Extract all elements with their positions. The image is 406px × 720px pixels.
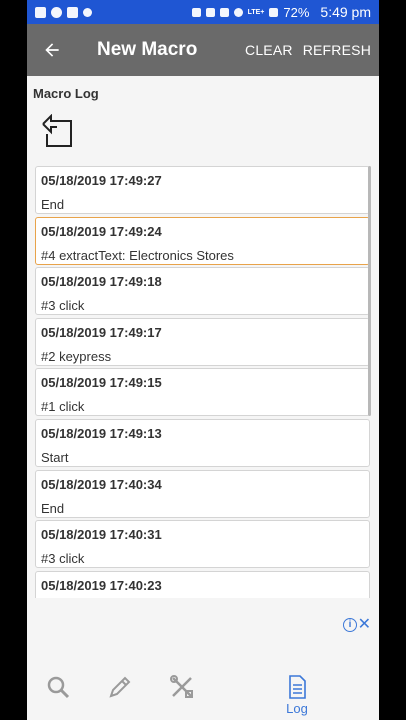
log-row[interactable]: 05/18/2019 17:40:31 #3 click	[35, 520, 370, 569]
arrow-left-icon	[45, 43, 59, 57]
macro-log-list[interactable]: 05/18/2019 17:49:27 End 05/18/2019 17:49:2…	[35, 166, 370, 598]
app-bar: New Macro CLEAR REFRESH	[27, 24, 379, 76]
nav-log[interactable]: Log	[281, 660, 313, 720]
log-row[interactable]: 05/18/2019 17:49:13 Start	[35, 418, 370, 467]
section-title: Macro Log	[33, 86, 99, 101]
log-message: End	[41, 500, 65, 516]
share-back-icon	[42, 113, 72, 147]
pencil-icon	[109, 676, 131, 698]
log-message: #4 extractText: Electronics Stores	[41, 247, 234, 263]
clock: 5:49 pm	[320, 4, 371, 20]
battery-percent: 72%	[283, 4, 310, 20]
log-timestamp: 05/18/2019 17:49:17	[41, 324, 162, 340]
log-message: #3 click	[41, 298, 85, 314]
mute-icon	[219, 7, 229, 17]
log-row[interactable]: 05/18/2019 17:49:18 #3 click	[35, 267, 370, 316]
log-timestamp: 05/18/2019 17:40:34	[41, 476, 162, 492]
photo-icon	[67, 6, 78, 18]
refresh-button[interactable]: REFRESH	[303, 42, 371, 58]
cast-icon	[205, 7, 215, 17]
log-row[interactable]: 05/18/2019 17:49:24 #4 extractText: Elect…	[35, 216, 370, 265]
tools-icon	[170, 675, 193, 698]
video-call-icon	[35, 6, 46, 18]
log-timestamp: 05/18/2019 17:49:18	[41, 274, 162, 290]
log-row[interactable]: 05/18/2019 17:40:34 End	[35, 469, 370, 518]
log-timestamp: 05/18/2019 17:40:31	[41, 527, 162, 543]
log-message: #1 click	[41, 399, 85, 415]
ad-info-icon[interactable]: i	[343, 618, 357, 632]
ad-banner	[27, 600, 379, 660]
back-button[interactable]	[27, 24, 77, 76]
nav-search[interactable]	[45, 660, 71, 720]
log-timestamp: 05/18/2019 17:40:23	[41, 577, 162, 593]
nav-edit[interactable]	[107, 660, 133, 720]
log-row[interactable]: 05/18/2019 17:49:17 #2 keypress	[35, 317, 370, 366]
page-title: New Macro	[97, 39, 198, 60]
screenshot-icon	[191, 7, 201, 17]
status-right: LTE+ 72% 5:49 pm	[191, 4, 371, 20]
phone-icon	[51, 6, 62, 18]
notification-dot-icon	[83, 7, 92, 17]
log-message: #3 click	[41, 551, 85, 567]
log-timestamp: 05/18/2019 17:49:15	[41, 375, 162, 391]
network-type: LTE+	[247, 8, 265, 16]
ad-close-icon[interactable]: ✕	[358, 614, 371, 634]
bottom-nav: Log	[27, 660, 379, 720]
nav-log-label: Log	[286, 701, 308, 716]
nav-tools[interactable]	[169, 660, 195, 720]
log-message: End	[41, 197, 65, 212]
clear-button[interactable]: CLEAR	[245, 42, 293, 58]
log-timestamp: 05/18/2019 17:49:24	[41, 223, 162, 239]
signal-icon	[269, 7, 279, 17]
log-timestamp: 05/18/2019 17:49:13	[41, 425, 162, 441]
log-message: #2 keypress	[41, 348, 112, 364]
phone-screen: LTE+ 72% 5:49 pm New Macro CLEAR REFRESH…	[27, 0, 379, 720]
status-bar: LTE+ 72% 5:49 pm	[27, 0, 379, 24]
log-timestamp: 05/18/2019 17:49:27	[41, 173, 162, 188]
log-row[interactable]: 05/18/2019 17:40:23	[35, 570, 370, 598]
log-message: Start	[41, 449, 69, 465]
share-button[interactable]	[39, 113, 75, 150]
alarm-icon	[233, 7, 243, 17]
search-icon	[47, 676, 70, 699]
log-row[interactable]: 05/18/2019 17:49:15 #1 click	[35, 368, 370, 417]
status-left	[35, 6, 92, 18]
scrollbar[interactable]	[368, 166, 371, 416]
log-row[interactable]: 05/18/2019 17:49:27 End	[35, 166, 370, 214]
document-icon	[289, 675, 306, 699]
